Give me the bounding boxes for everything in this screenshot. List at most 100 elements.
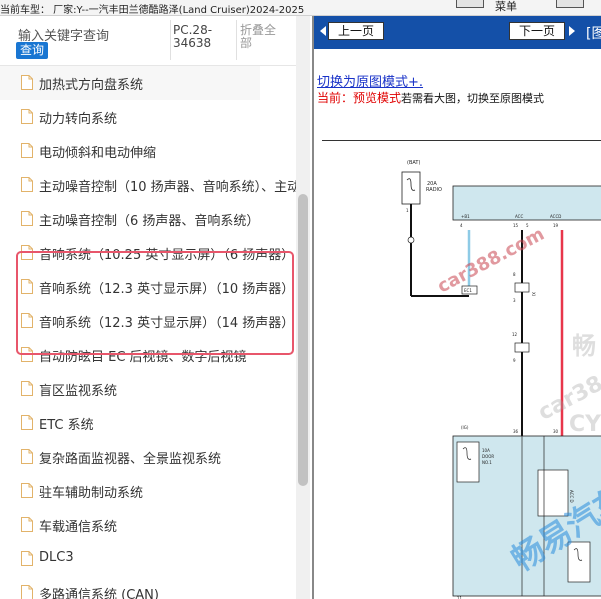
label-conn-ec1: EC1 [464, 288, 472, 293]
mode-description: 若需看大图，切换至原图模式 [401, 92, 545, 105]
file-icon [21, 381, 33, 396]
tree-item[interactable]: DLC3 [0, 542, 296, 576]
tree-item-label: 音响系统（12.3 英寸显示屏）（10 扬声器） [39, 282, 295, 297]
tree-item[interactable]: 音响系统（12.3 英寸显示屏）（14 扬声器） [0, 304, 296, 338]
tree-item-label: 多路通信系统 (CAN) [39, 588, 159, 599]
fuse-door-box [456, 441, 480, 483]
toolbar-button-left[interactable] [456, 0, 484, 8]
tree-item-label: DLC3 [39, 550, 74, 565]
tree-item-label: 音响系统（10.25 英寸显示屏）（6 扬声器） [39, 248, 295, 263]
label-fuse-radio-2: RADIO [426, 187, 442, 193]
file-icon [21, 449, 33, 464]
vehicle-info: 当前车型： 厂家:Y--一汽丰田兰德酷路泽(Land Cruiser)2024-… [0, 5, 305, 16]
tree-item-label: 盲区监视系统 [39, 384, 118, 399]
connector-2 [514, 342, 530, 353]
next-page-button[interactable]: 下一页 [509, 22, 565, 40]
label-ig: (IG) [461, 425, 469, 430]
file-icon [21, 177, 33, 192]
tree-item[interactable]: 车载通信系统 [0, 508, 296, 542]
file-icon [21, 143, 33, 158]
file-icon [21, 585, 33, 599]
column-divider [236, 20, 237, 60]
tree-item[interactable]: 驻车辅助制动系统 [0, 474, 296, 508]
document-viewer: 上一页 下一页 [图 切换为原图模式+. 当前：预览模式若需看大图，切换至原图模… [312, 16, 601, 599]
label-pin-4: 4 [460, 223, 463, 228]
nav-trail: [图 [586, 26, 601, 42]
tree-item-label: 车载通信系统 [39, 520, 118, 535]
file-icon [21, 347, 33, 362]
label-pin-5: 5 [526, 223, 529, 228]
file-icon [21, 551, 33, 566]
tree-item-label: 动力转向系统 [39, 112, 118, 127]
mode-name: 预览模式 [353, 91, 402, 105]
label-pin-15: 15 [513, 223, 519, 228]
fold-all-button[interactable]: 折叠全部 [240, 24, 284, 50]
tree-item[interactable]: 音响系统（12.3 英寸显示屏）（10 扬声器） [0, 270, 296, 304]
fuse-lower-box [567, 541, 591, 583]
prev-page-button[interactable]: 上一页 [328, 22, 384, 40]
connector-1 [514, 282, 530, 293]
label-pin-3: 3 [513, 298, 516, 303]
tree-item[interactable]: 盲区监视系统 [0, 372, 296, 406]
file-icon [21, 245, 33, 260]
file-icon [21, 109, 33, 124]
label-pin-12: 12 [512, 332, 518, 337]
audio-module-box [452, 185, 601, 221]
label-door-1: 10A [482, 448, 490, 453]
file-icon [21, 279, 33, 294]
arrow-right-icon [569, 26, 575, 36]
tree-item[interactable]: ETC 系统 [0, 406, 296, 440]
tree-item[interactable]: 主动噪音控制（6 扬声器、音响系统） [0, 202, 296, 236]
label-pin-acc: ACC [515, 214, 523, 219]
tree-item-label: 主动噪音控制（6 扬声器、音响系统） [39, 214, 260, 229]
switch-original-mode-link[interactable]: 切换为原图模式+. [317, 71, 423, 90]
toolbar-button-right[interactable] [556, 0, 584, 8]
document-code: PC.28-34638 [173, 23, 213, 50]
relay-box [537, 469, 569, 517]
label-pin-9: 9 [513, 358, 516, 363]
label-door-3: NO.1 [482, 460, 492, 465]
label-door-2: DOOR [482, 454, 494, 459]
wiring-diagram: (BAT) 20A RADIO 1 +B1 ACC ACCD 4 15 5 19… [401, 160, 601, 599]
tree-item-label: ETC 系统 [39, 418, 94, 433]
file-icon [21, 313, 33, 328]
label-pin-1: 1 [406, 208, 409, 213]
tree-item-label: 复杂路面监视器、全景监视系统 [39, 452, 222, 467]
tree-item[interactable]: 音响系统（10.25 英寸显示屏）（6 扬声器） [0, 236, 296, 270]
menu-label[interactable]: 菜单 [495, 0, 517, 14]
label-bat: (BAT) [407, 160, 420, 166]
tree-item[interactable]: 多路通信系统 (CAN) [0, 576, 296, 599]
separator-line [322, 140, 601, 141]
tree-item-label: 驻车辅助制动系统 [39, 486, 144, 501]
tree-item[interactable]: 主动噪音控制（10 扬声器、音响系统）、主动 [0, 168, 296, 202]
file-icon [21, 75, 33, 90]
label-pin-b1: +B1 [461, 214, 470, 219]
arrow-left-icon [320, 26, 326, 36]
file-icon [21, 517, 33, 532]
page-nav-bar: 上一页 下一页 [图 [314, 16, 601, 49]
tree-item[interactable]: 自动防眩目 EC 后视镜、数字后视镜 [0, 338, 296, 372]
tree-item-label: 电动倾斜和电动伸缩 [39, 146, 157, 161]
label-fuse-accd: ACC D [569, 490, 574, 503]
sidebar: 输入关键字查询 查询 PC.28-34638 折叠全部 加热式方向盘系统 动力转… [0, 16, 310, 599]
tree-item[interactable]: 电动倾斜和电动伸缩 [0, 134, 296, 168]
tree-item[interactable]: 加热式方向盘系统 [0, 66, 260, 100]
label-pin-30: 30 [553, 429, 559, 434]
tree-item-label: 主动噪音控制（10 扬声器、音响系统）、主动 [39, 180, 296, 195]
column-divider [170, 20, 171, 60]
junction-point [407, 236, 415, 244]
mode-status: 当前：预览模式若需看大图，切换至原图模式 [317, 89, 544, 106]
sidebar-scrollbar-thumb[interactable] [298, 194, 308, 486]
label-conn-xi: XI [531, 292, 536, 296]
tree-item-label: 音响系统（12.3 英寸显示屏）（14 扬声器） [39, 316, 295, 331]
mode-prefix: 当前： [317, 91, 354, 105]
label-pin-36: 36 [513, 429, 519, 434]
tree-item[interactable]: 动力转向系统 [0, 100, 296, 134]
tree-item-label: 加热式方向盘系统 [39, 78, 144, 93]
tree-item-label: 自动防眩目 EC 后视镜、数字后视镜 [39, 350, 247, 365]
label-pin-8: 8 [513, 272, 516, 277]
top-bar: 当前车型： 厂家:Y--一汽丰田兰德酷路泽(Land Cruiser)2024-… [0, 0, 601, 16]
file-icon [21, 415, 33, 430]
tree-item[interactable]: 复杂路面监视器、全景监视系统 [0, 440, 296, 474]
search-button[interactable]: 查询 [16, 42, 48, 59]
